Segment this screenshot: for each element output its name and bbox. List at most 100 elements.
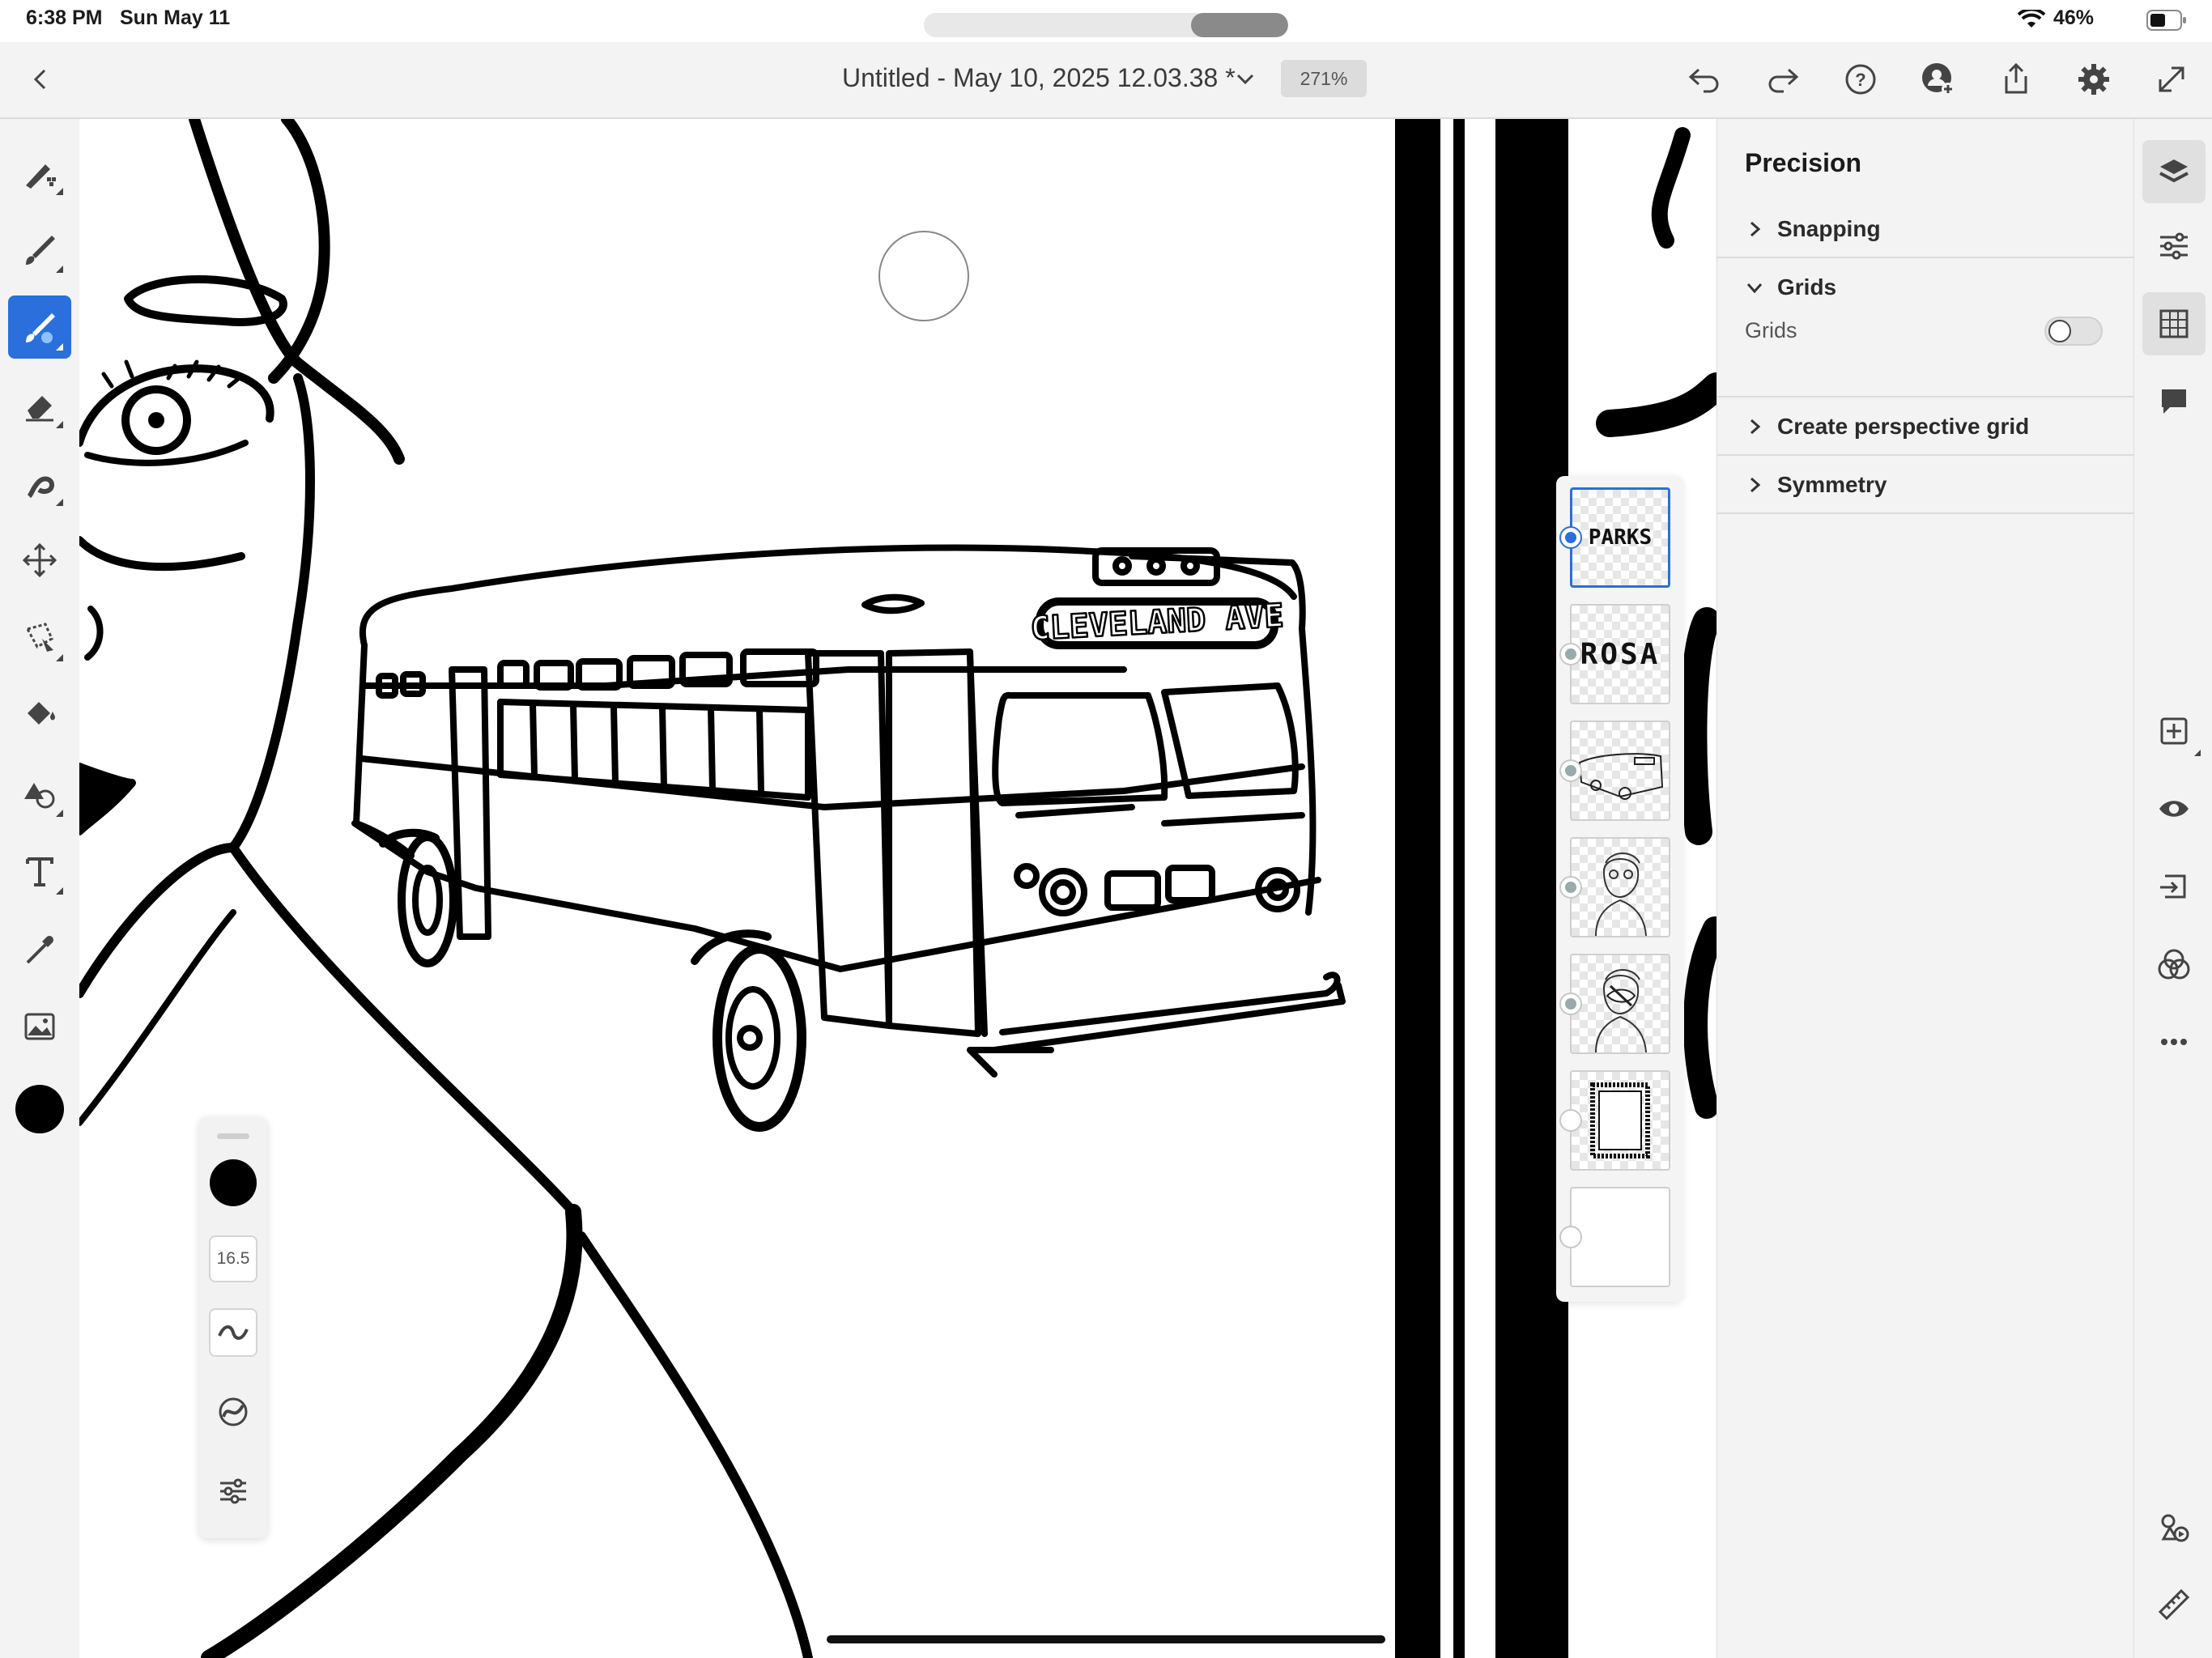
- panel-title: Precision: [1745, 148, 1862, 177]
- layer-thumbnail[interactable]: [1570, 1070, 1670, 1171]
- multitasking-pill[interactable]: [924, 13, 1288, 37]
- layer-thumbnail[interactable]: ROSA: [1570, 604, 1670, 704]
- brush-size-value[interactable]: 16.5: [209, 1235, 257, 1282]
- text-tool[interactable]: [8, 840, 71, 903]
- drawing-canvas[interactable]: CLEVELAND AVE: [79, 119, 1716, 1658]
- sliders-icon: [220, 1478, 246, 1504]
- eyedropper-icon: [26, 936, 53, 964]
- import-icon: [2160, 874, 2186, 899]
- eraser-icon: [26, 396, 53, 422]
- libraries-icon: [2161, 1514, 2189, 1542]
- back-icon[interactable]: [16, 55, 65, 104]
- grids-section[interactable]: Grids Grids: [1717, 260, 2134, 397]
- home-indicator[interactable]: [827, 1635, 1385, 1643]
- layer-thumbnail[interactable]: [1570, 1187, 1670, 1287]
- live-brush-tool[interactable]: [8, 218, 71, 281]
- layer-visibility-dot[interactable]: [1559, 526, 1582, 549]
- smudge-tool[interactable]: [8, 451, 71, 514]
- chevron-right-icon: [1750, 419, 1761, 435]
- layers-icon: [2159, 159, 2189, 183]
- precision-panel: Precision Snapping Grids Grids Create pe…: [1716, 119, 2134, 1658]
- zoom-level[interactable]: 271%: [1281, 60, 1367, 97]
- layer-thumbnail[interactable]: PARKS: [1570, 487, 1670, 588]
- top-bar: Untitled - May 10, 2025 12.03.38 * 271% …: [0, 42, 2212, 119]
- layer-thumbnail[interactable]: [1570, 837, 1670, 937]
- layers-button[interactable]: [2142, 140, 2206, 203]
- text-icon: [26, 857, 53, 886]
- more-icon: [2161, 1039, 2187, 1045]
- chevron-right-icon: [1750, 477, 1761, 493]
- vector-brush-tool[interactable]: [8, 295, 71, 359]
- panel-drag-handle[interactable]: [217, 1133, 249, 1139]
- visibility-button[interactable]: [2142, 777, 2206, 840]
- perspective-grid-section[interactable]: Create perspective grid: [1717, 399, 2134, 456]
- eraser-tool[interactable]: [8, 373, 71, 436]
- transform-tool[interactable]: [8, 529, 71, 592]
- transform-icon: [22, 542, 57, 578]
- invite-user-icon[interactable]: [1914, 55, 1963, 104]
- selection-tool[interactable]: [8, 606, 71, 670]
- svg-text:?: ?: [1855, 70, 1865, 90]
- layer-visibility-dot[interactable]: [1559, 759, 1582, 782]
- add-layer-button[interactable]: [2142, 699, 2206, 763]
- blend-icon: [2158, 949, 2190, 980]
- adjustments-button[interactable]: [2142, 215, 2206, 278]
- more-button[interactable]: [2142, 1010, 2206, 1073]
- comments-button[interactable]: [2142, 370, 2206, 433]
- share-icon[interactable]: [1992, 55, 2040, 104]
- visibility-icon: [2159, 801, 2189, 817]
- chevron-down-icon[interactable]: [1221, 55, 1270, 104]
- undo-icon[interactable]: [1680, 55, 1729, 104]
- layer-thumbnail[interactable]: [1570, 954, 1670, 1054]
- layer-thumbnail[interactable]: [1570, 721, 1670, 821]
- shapes-tool[interactable]: [8, 762, 71, 825]
- blend-button[interactable]: [2142, 933, 2206, 996]
- layer-image-type-icon[interactable]: [1559, 1226, 1582, 1248]
- settings-icon[interactable]: [2069, 55, 2118, 104]
- pixel-brush-tool[interactable]: [8, 140, 71, 203]
- chevron-down-icon: [1746, 283, 1763, 294]
- import-button[interactable]: [2142, 855, 2206, 918]
- left-toolbar: [0, 119, 80, 1658]
- bus-thumbnail-icon: [1578, 753, 1664, 800]
- eyedropper-tool[interactable]: [8, 917, 71, 980]
- fullscreen-icon[interactable]: [2147, 55, 2196, 104]
- brush-settings-panel: 16.5: [199, 1117, 267, 1538]
- vector-brush-icon: [26, 313, 55, 343]
- frame-thumbnail-icon: [1590, 1082, 1650, 1158]
- pixel-brush-icon: [26, 164, 56, 189]
- brush-settings-button[interactable]: [209, 1467, 257, 1516]
- layer-image-type-icon[interactable]: [1559, 1109, 1582, 1132]
- help-icon[interactable]: ?: [1836, 55, 1885, 104]
- pressure-button[interactable]: [209, 1388, 257, 1436]
- pressure-icon: [219, 1397, 248, 1426]
- layer-visibility-dot[interactable]: [1559, 876, 1582, 899]
- color-swatch[interactable]: [15, 1085, 64, 1133]
- precision-grid-icon: [2159, 309, 2189, 338]
- layers-strip: PARKS ROSA: [1556, 476, 1684, 1302]
- grids-label: Grids: [1777, 274, 1837, 300]
- smudge-icon: [27, 476, 55, 499]
- battery-percent: 46%: [2053, 6, 2095, 29]
- precision-button[interactable]: [2142, 292, 2206, 355]
- place-image-tool[interactable]: [8, 995, 71, 1058]
- grids-toggle[interactable]: [2044, 317, 2103, 346]
- redo-icon[interactable]: [1759, 55, 1807, 104]
- snapping-section[interactable]: Snapping: [1717, 202, 2134, 258]
- symmetry-section[interactable]: Symmetry: [1717, 457, 2134, 514]
- document-title[interactable]: Untitled - May 10, 2025 12.03.38 *: [842, 63, 1236, 93]
- portrait-thumbnail-icon: [1595, 852, 1647, 936]
- ruler-button[interactable]: [2142, 1573, 2206, 1636]
- status-time: 6:38 PM: [26, 6, 103, 29]
- layer-visibility-dot[interactable]: [1559, 643, 1582, 665]
- fill-tool[interactable]: [8, 684, 71, 747]
- wifi-icon: [2018, 10, 2045, 28]
- layer-visibility-dot[interactable]: [1559, 993, 1582, 1015]
- smoothing-button[interactable]: [209, 1308, 257, 1357]
- portrait-thumbnail-icon: [1595, 969, 1647, 1052]
- libraries-button[interactable]: [2142, 1495, 2206, 1558]
- brush-color-swatch[interactable]: [210, 1159, 257, 1206]
- artwork: CLEVELAND AVE: [79, 119, 1716, 1658]
- snapping-label: Snapping: [1777, 216, 1881, 241]
- status-bar: 6:38 PM Sun May 11 46%: [0, 0, 2212, 42]
